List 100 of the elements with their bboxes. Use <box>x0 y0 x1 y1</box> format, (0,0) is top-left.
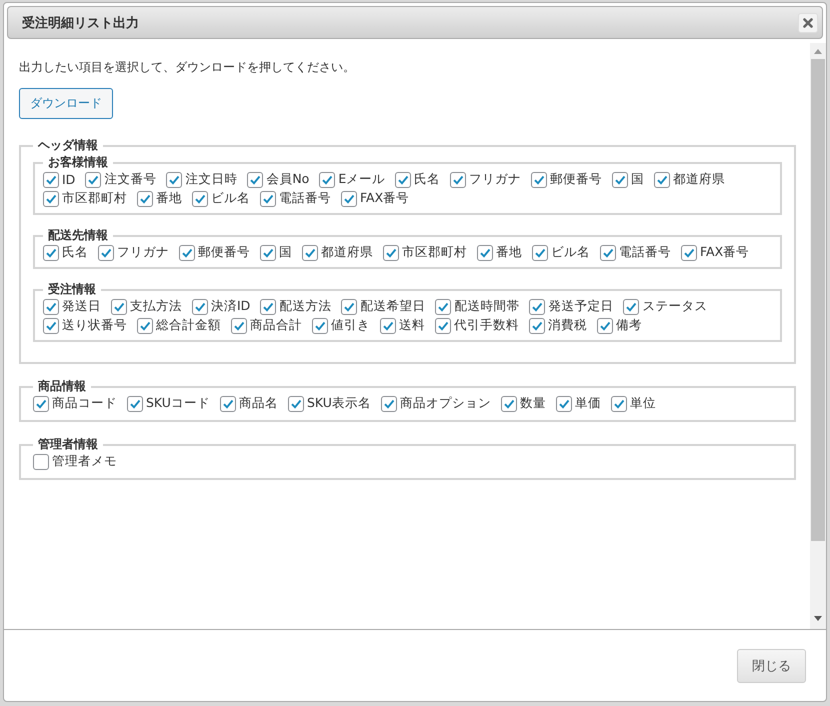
option-label: 消費税 <box>548 317 587 334</box>
checkbox[interactable] <box>654 172 670 188</box>
scroll-down-icon[interactable] <box>814 616 822 621</box>
option-label: 商品オプション <box>400 395 491 412</box>
option-label: 番地 <box>156 190 182 207</box>
option-label: ID <box>62 172 76 187</box>
checkbox[interactable] <box>500 396 517 412</box>
option-label: 注文日時 <box>185 171 238 188</box>
checkbox[interactable] <box>231 318 247 334</box>
checkbox[interactable] <box>192 190 208 206</box>
checkbox[interactable] <box>43 172 59 188</box>
option-label: 送料 <box>399 317 425 334</box>
option-label: 国 <box>279 244 292 261</box>
option-label: 配送希望日 <box>360 298 426 315</box>
checkbox[interactable] <box>43 298 59 314</box>
option-label: 市区郡町村 <box>402 244 467 261</box>
option-label: FAX番号 <box>360 190 410 207</box>
checkbox[interactable] <box>288 396 304 412</box>
checkbox[interactable] <box>395 172 412 188</box>
checkbox[interactable] <box>166 172 182 188</box>
checkbox[interactable] <box>179 244 195 260</box>
checkbox[interactable] <box>556 396 572 412</box>
option-label: 氏名 <box>414 171 440 188</box>
section-legend: ヘッダ情報 <box>33 137 103 154</box>
section-legend: お客様情報 <box>43 154 113 171</box>
checkbox[interactable] <box>220 396 236 412</box>
option-label: 代引手数料 <box>454 317 519 334</box>
checkbox[interactable] <box>33 396 49 412</box>
option-label: 備考 <box>616 317 642 334</box>
instruction-text: 出力したい項目を選択して、ダウンロードを押してください。 <box>19 59 356 76</box>
option-label: 番地 <box>496 244 522 261</box>
option-label: フリガナ <box>117 244 169 261</box>
checkbox[interactable] <box>341 190 357 206</box>
checkbox[interactable] <box>137 190 153 206</box>
checkbox[interactable] <box>610 396 627 412</box>
checkbox[interactable] <box>302 244 318 260</box>
option-label: 市区郡町村 <box>62 190 127 207</box>
checkbox[interactable] <box>247 172 264 188</box>
checkbox[interactable] <box>85 172 102 188</box>
checkbox[interactable] <box>192 298 208 314</box>
close-button[interactable]: 閉じる <box>737 648 806 682</box>
option-label: SKUコード <box>146 395 210 412</box>
option-label: 配送方法 <box>279 298 332 315</box>
checkbox[interactable] <box>529 318 545 334</box>
checkbox[interactable] <box>127 396 143 412</box>
option-label: 単価 <box>574 395 601 412</box>
checkbox[interactable] <box>260 244 276 260</box>
option-label: 送り状番号 <box>62 317 127 334</box>
checkbox[interactable] <box>380 396 397 412</box>
checkbox[interactable] <box>43 318 59 334</box>
option-label: SKU表示名 <box>306 395 371 412</box>
checkbox[interactable] <box>260 298 276 314</box>
option-label: 都道府県 <box>321 244 373 261</box>
checkbox[interactable] <box>260 190 276 206</box>
checkbox[interactable] <box>529 298 546 314</box>
option-label: 支払方法 <box>130 298 182 315</box>
option-label: 単位 <box>630 395 656 412</box>
scroll-up-icon[interactable] <box>814 49 822 54</box>
checkbox[interactable] <box>319 172 336 188</box>
close-icon[interactable] <box>798 12 818 32</box>
checkbox[interactable] <box>380 318 396 334</box>
checkbox[interactable] <box>43 244 59 260</box>
dialog-title: 受注明細リスト出力 <box>22 14 139 32</box>
section-legend: 受注情報 <box>43 281 101 298</box>
checkbox[interactable] <box>681 244 697 260</box>
option-label: フリガナ <box>469 171 522 188</box>
checkbox[interactable] <box>43 190 59 206</box>
option-label: 商品合計 <box>250 317 302 334</box>
option-label: 数量 <box>520 395 546 412</box>
checkbox[interactable] <box>341 298 358 314</box>
scroll-thumb[interactable] <box>811 59 825 541</box>
checkbox[interactable] <box>612 172 628 188</box>
option-label: 電話番号 <box>279 190 331 207</box>
checkbox[interactable] <box>98 244 114 260</box>
checkbox[interactable] <box>111 298 127 314</box>
checkbox[interactable] <box>33 454 49 470</box>
option-label: 都道府県 <box>673 171 726 188</box>
checkbox[interactable] <box>623 298 640 314</box>
checkbox[interactable] <box>435 298 452 314</box>
section-legend: 配送先情報 <box>43 227 113 244</box>
checkbox[interactable] <box>450 172 466 188</box>
checkbox[interactable] <box>531 172 548 188</box>
download-button[interactable]: ダウンロード <box>19 88 113 119</box>
checkbox[interactable] <box>435 318 451 334</box>
section-legend: 商品情報 <box>33 378 91 395</box>
section-legend: 管理者情報 <box>33 436 103 453</box>
checkbox[interactable] <box>383 244 399 260</box>
option-label: ビル名 <box>211 190 250 207</box>
option-label: 注文番号 <box>104 171 156 188</box>
option-label: 発送予定日 <box>548 298 614 315</box>
checkbox[interactable] <box>312 318 328 334</box>
checkbox[interactable] <box>477 244 493 260</box>
checkbox[interactable] <box>600 244 616 260</box>
scrollbar[interactable] <box>810 43 826 629</box>
option-label: Eメール <box>338 171 386 188</box>
option-label: 総合計金額 <box>156 317 221 334</box>
checkbox[interactable] <box>137 318 153 334</box>
checkbox[interactable] <box>532 244 548 260</box>
checkbox[interactable] <box>597 318 613 334</box>
option-label: 国 <box>631 171 644 188</box>
